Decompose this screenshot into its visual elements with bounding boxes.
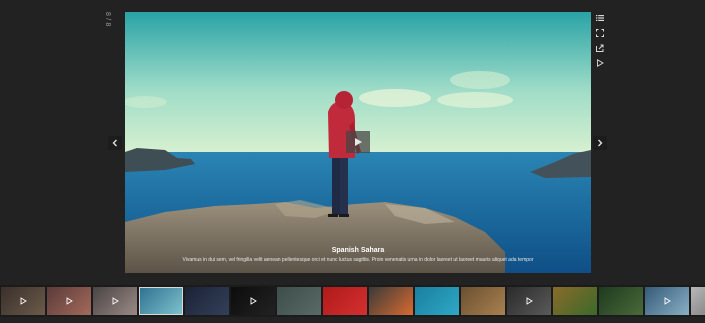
slide-description: Vivamus in dui sem, vel fringilla velit … — [182, 257, 534, 263]
list-icon — [596, 15, 604, 21]
video-play-button[interactable] — [346, 131, 370, 153]
thumbnail-item[interactable] — [277, 287, 321, 315]
fullscreen-icon — [596, 29, 604, 37]
play-icon — [20, 297, 27, 305]
thumbnail-item[interactable] — [553, 287, 597, 315]
play-icon — [66, 297, 73, 305]
thumbnail-item[interactable] — [691, 287, 705, 315]
slide-counter: 8 / 8 — [104, 12, 111, 27]
thumbnail-item[interactable] — [231, 287, 275, 315]
play-icon — [526, 297, 533, 305]
slide-caption: Spanish Sahara Vivamus in dui sem, vel f… — [125, 246, 591, 264]
thumbnail-item[interactable] — [369, 287, 413, 315]
play-icon — [355, 138, 362, 146]
toolbar — [593, 11, 607, 71]
thumbnail-item[interactable] — [461, 287, 505, 315]
play-icon — [664, 297, 671, 305]
share-button[interactable] — [593, 41, 607, 55]
thumbnail-item[interactable] — [415, 287, 459, 315]
thumbnail-item[interactable] — [323, 287, 367, 315]
thumbnails-toggle[interactable] — [593, 11, 607, 25]
thumbnail-item[interactable] — [645, 287, 689, 315]
autoplay-button[interactable] — [593, 56, 607, 70]
play-icon — [112, 297, 119, 305]
thumbnail-item[interactable] — [139, 287, 183, 315]
play-icon — [597, 59, 604, 67]
prev-slide-button[interactable] — [108, 136, 122, 150]
chevron-right-icon — [598, 139, 603, 147]
lightbox-gallery: 8 / 8 Spanish Sahara Vivamus in dui sem,… — [0, 0, 705, 323]
thumbnail-item[interactable] — [93, 287, 137, 315]
thumbnail-item[interactable] — [185, 287, 229, 315]
chevron-left-icon — [112, 139, 117, 147]
thumbnail-item[interactable] — [507, 287, 551, 315]
thumbnail-item[interactable] — [47, 287, 91, 315]
fullscreen-toggle[interactable] — [593, 26, 607, 40]
next-slide-button[interactable] — [593, 136, 607, 150]
play-icon — [250, 297, 257, 305]
thumbnail-item[interactable] — [599, 287, 643, 315]
share-icon — [596, 44, 604, 52]
slide-title: Spanish Sahara — [331, 247, 385, 254]
thumbnail-item[interactable] — [1, 287, 45, 315]
